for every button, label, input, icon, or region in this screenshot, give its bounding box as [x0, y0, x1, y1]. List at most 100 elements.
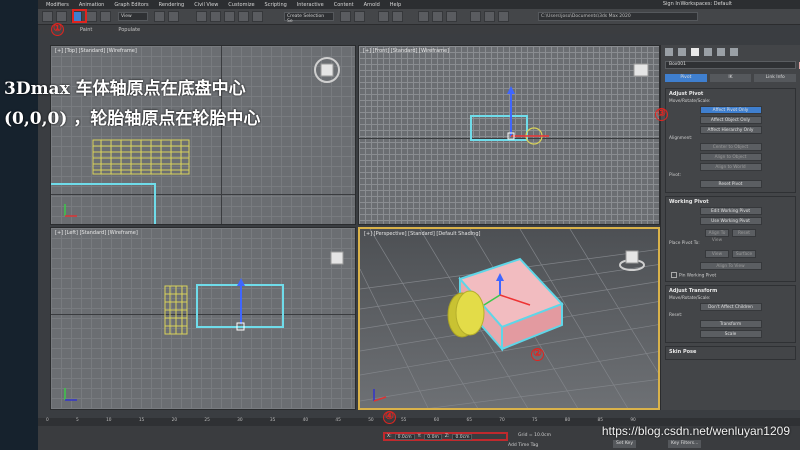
- select-manipulate-icon[interactable]: [168, 11, 179, 22]
- utilities-tab-icon[interactable]: [730, 48, 738, 56]
- place-view-button[interactable]: View: [705, 250, 729, 258]
- wheel-wireframe-left: [164, 285, 188, 335]
- layer-explorer-icon[interactable]: [392, 11, 403, 22]
- key-filters-button[interactable]: Key Filters...: [668, 440, 702, 448]
- grid-size-readout: Grid = 10.0cm: [518, 433, 551, 438]
- rollout-title[interactable]: Working Pivot: [669, 199, 792, 205]
- reset-scale-button[interactable]: Scale: [699, 329, 762, 338]
- scale-icon[interactable]: [100, 11, 111, 22]
- set-key-button[interactable]: Set Key: [613, 440, 636, 448]
- hierarchy-tab-icon[interactable]: [691, 48, 699, 56]
- use-working-pivot-button[interactable]: Use Working Pivot: [699, 217, 762, 225]
- add-time-tag-button[interactable]: Add Time Tag: [508, 443, 538, 448]
- menu-civil-view[interactable]: Civil View: [194, 2, 218, 8]
- scene-explorer-icon[interactable]: [378, 11, 389, 22]
- viewport-left[interactable]: [+] [Left] [Standard] [Wireframe]: [50, 227, 356, 410]
- reset-pivot-button[interactable]: Reset Pivot: [699, 180, 762, 188]
- x-coordinate-field[interactable]: 0.0cm: [394, 433, 415, 440]
- menu-graph-editors[interactable]: Graph Editors: [114, 2, 148, 8]
- display-tab-icon[interactable]: [717, 48, 725, 56]
- timeline-tick: 0: [46, 418, 49, 423]
- z-coordinate-field[interactable]: 0.0cm: [452, 433, 473, 440]
- place-align-to-view-button[interactable]: Align To View: [699, 262, 762, 270]
- place-surface-button[interactable]: Surface: [732, 250, 756, 258]
- align-to-world-button[interactable]: Align to World: [699, 163, 762, 171]
- affect-hierarchy-only-button[interactable]: Affect Hierarchy Only: [699, 126, 762, 134]
- menu-rendering[interactable]: Rendering: [159, 2, 185, 8]
- project-path-field[interactable]: C:\Users\joso\Documents\3ds Max 2020: [538, 12, 698, 21]
- main-toolbar: View Create Selection Se C:\Users\joso\D…: [38, 9, 800, 25]
- align-icon[interactable]: [354, 11, 365, 22]
- schematic-view-icon[interactable]: [432, 11, 443, 22]
- tab-pivot[interactable]: Pivot: [665, 74, 707, 82]
- percent-snap-icon[interactable]: [224, 11, 235, 22]
- command-panel-tabs: [661, 45, 800, 59]
- menu-scripting[interactable]: Scripting: [265, 2, 287, 8]
- tab-ik[interactable]: IK: [709, 74, 752, 82]
- front-view-drawing: [470, 63, 649, 145]
- workspace-selector[interactable]: Workspaces: Default: [681, 1, 732, 7]
- affect-pivot-only-button[interactable]: Affect Pivot Only: [699, 106, 762, 114]
- edit-named-selection-icon[interactable]: [252, 11, 263, 22]
- center-to-object-button[interactable]: Center to Object: [699, 143, 762, 151]
- render-frame-icon[interactable]: [484, 11, 495, 22]
- timeline-tick: 20: [171, 418, 178, 423]
- rollout-title[interactable]: Adjust Pivot: [669, 91, 792, 97]
- select-object-icon[interactable]: [56, 11, 67, 22]
- named-selection-set-dropdown[interactable]: Create Selection Se: [284, 12, 334, 24]
- viewport-label-left[interactable]: [+] [Left] [Standard] [Wireframe]: [55, 230, 138, 236]
- snaps-toggle-icon[interactable]: [196, 11, 207, 22]
- rollout-title[interactable]: Adjust Transform: [669, 288, 792, 294]
- angle-snap-icon[interactable]: [210, 11, 221, 22]
- viewport-label-top[interactable]: [+] [Top] [Standard] [Wireframe]: [55, 48, 137, 54]
- render-setup-icon[interactable]: [470, 11, 481, 22]
- rollout-title[interactable]: Skin Pose: [669, 349, 792, 355]
- menu-arnold[interactable]: Arnold: [364, 2, 380, 8]
- viewport-label-front[interactable]: [+] [Front] [Standard] [Wireframe]: [363, 48, 449, 54]
- menu-interactive[interactable]: Interactive: [297, 2, 324, 8]
- viewport-label-perspective[interactable]: [+] [Perspective] [Standard] [Default Sh…: [364, 231, 480, 237]
- viewport-front[interactable]: [+] [Front] [Standard] [Wireframe]: [358, 45, 660, 225]
- reset-working-pivot-button[interactable]: Reset: [732, 229, 756, 237]
- menu-modifiers[interactable]: Modifiers: [46, 2, 69, 8]
- modify-tab-icon[interactable]: [678, 48, 686, 56]
- ribbon-tab-paint[interactable]: Paint: [80, 27, 92, 33]
- align-to-view-button[interactable]: Align To View: [705, 229, 729, 243]
- viewport-perspective[interactable]: [+] [Perspective] [Standard] [Default Sh…: [358, 227, 660, 410]
- motion-tab-icon[interactable]: [704, 48, 712, 56]
- rotate-icon[interactable]: [86, 11, 97, 22]
- sign-in-link[interactable]: Sign In: [663, 1, 680, 7]
- viewcube-front: [633, 63, 649, 77]
- object-name-text: Box001: [669, 62, 686, 67]
- reset-label: Reset:: [669, 312, 683, 318]
- spinner-snap-icon[interactable]: [238, 11, 249, 22]
- curve-editor-icon[interactable]: [418, 11, 429, 22]
- pin-working-pivot-checkbox[interactable]: Pin Working Pivot: [671, 272, 792, 279]
- y-coordinate-field[interactable]: 0.0m: [424, 433, 442, 440]
- menu-animation[interactable]: Animation: [79, 2, 105, 8]
- object-name-field[interactable]: Box001: [665, 61, 800, 69]
- select-region-icon[interactable]: [42, 11, 53, 22]
- ribbon-tab-populate[interactable]: Populate: [118, 27, 140, 33]
- dont-affect-children-button[interactable]: Don't Affect Children: [699, 302, 762, 311]
- tab-link-info[interactable]: Link Info: [754, 74, 797, 82]
- menu-customize[interactable]: Customize: [228, 2, 254, 8]
- timeline-tick: 25: [204, 418, 210, 423]
- perspective-view-drawing: [360, 229, 658, 408]
- menu-content[interactable]: Content: [334, 2, 354, 8]
- timeline-tick: 10: [106, 418, 112, 423]
- create-tab-icon[interactable]: [665, 48, 673, 56]
- render-icon[interactable]: [498, 11, 509, 22]
- viewport-top[interactable]: [+] [Top] [Standard] [Wireframe]: [50, 45, 356, 225]
- align-to-object-button[interactable]: Align to Object: [699, 153, 762, 161]
- reset-transform-button[interactable]: Transform: [699, 319, 762, 328]
- pivot-center-icon[interactable]: [154, 11, 165, 22]
- material-editor-icon[interactable]: [446, 11, 457, 22]
- affect-object-only-button[interactable]: Affect Object Only: [699, 116, 762, 124]
- callout-3: ③: [655, 108, 668, 121]
- mirror-icon[interactable]: [340, 11, 351, 22]
- edit-working-pivot-button[interactable]: Edit Working Pivot: [699, 207, 762, 215]
- callout-2: ②: [531, 348, 544, 361]
- view-dropdown[interactable]: View: [118, 12, 148, 21]
- menu-help[interactable]: Help: [390, 2, 401, 8]
